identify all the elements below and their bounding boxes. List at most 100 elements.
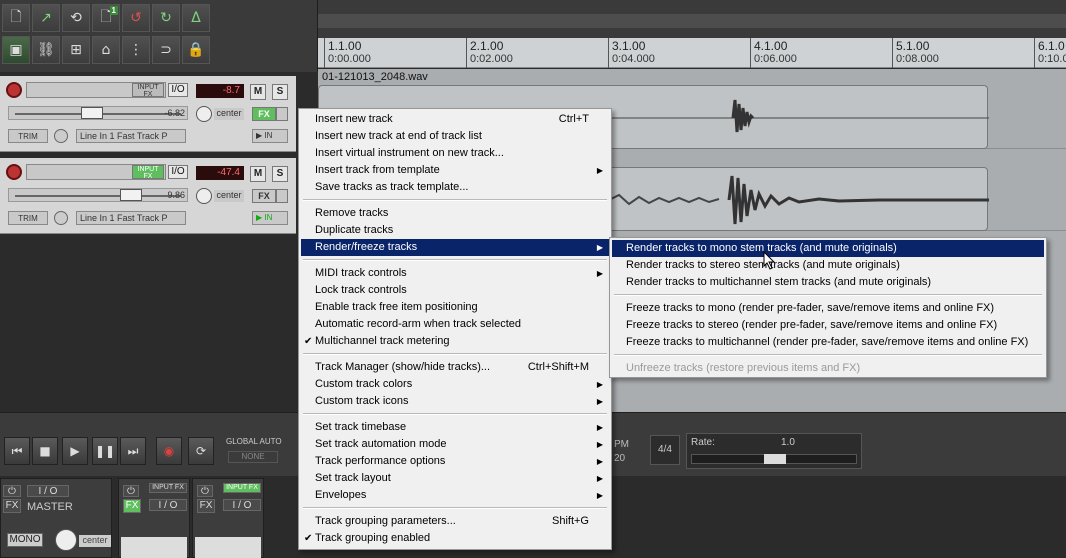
menu-item[interactable]: Set track automation mode ▶ xyxy=(301,436,609,453)
metronome-icon[interactable]: Δ xyxy=(182,4,210,32)
menu-item[interactable]: Track Manager (show/hide tracks)... Ctrl+… xyxy=(301,359,609,376)
save-project-icon[interactable]: ⟲ xyxy=(62,4,90,32)
fader-knob[interactable] xyxy=(81,107,103,119)
pan-knob[interactable] xyxy=(196,188,212,204)
menu-item[interactable]: Automatic record-arm when track selected xyxy=(301,316,609,333)
io-button[interactable]: I/O xyxy=(168,83,188,97)
record-icon[interactable]: ◉ xyxy=(156,437,182,465)
menu-item[interactable]: Duplicate tracks xyxy=(301,222,609,239)
input-fx-button[interactable]: INPUT FX xyxy=(223,483,261,493)
global-auto-label[interactable]: GLOBAL AUTO xyxy=(226,437,284,449)
strip-pan-area[interactable] xyxy=(121,537,187,558)
menu-item[interactable]: Insert new track Ctrl+T xyxy=(301,111,609,128)
input-fx-button[interactable]: INPUT FX xyxy=(132,165,164,180)
track-1-controls[interactable]: INPUT FX I/O -8.7 M S -6.82 center FX TR… xyxy=(0,76,296,152)
item-lock-icon[interactable]: ⌂ xyxy=(92,36,120,64)
automation-trim-button[interactable]: TRIM xyxy=(8,129,48,143)
loop-icon[interactable]: ⊃ xyxy=(152,36,180,64)
mute-button[interactable]: M xyxy=(250,84,266,100)
solo-button[interactable]: S xyxy=(272,84,288,100)
menu-item[interactable]: Insert new track at end of track list xyxy=(301,128,609,145)
strip-fx-button[interactable]: FX xyxy=(123,499,141,513)
phase-icon[interactable] xyxy=(54,211,68,225)
menu-item[interactable]: ✔ Track grouping enabled xyxy=(301,530,609,547)
record-input-select[interactable]: Line In 1 Fast Track P xyxy=(76,129,186,143)
envelope-icon[interactable]: ⊞ xyxy=(62,36,90,64)
record-input-select[interactable]: Line In 1 Fast Track P xyxy=(76,211,186,225)
automation-trim-button[interactable]: TRIM xyxy=(8,211,48,225)
rate-slider[interactable] xyxy=(691,454,857,464)
record-arm-button[interactable] xyxy=(6,164,22,180)
mono-button[interactable]: MONO xyxy=(7,533,43,547)
go-to-start-icon[interactable]: ⏮ xyxy=(4,437,30,465)
menu-item[interactable]: Track grouping parameters... Shift+G xyxy=(301,513,609,530)
menu-item[interactable]: Render tracks to mono stem tracks (and m… xyxy=(612,240,1044,257)
menu-item[interactable]: Track performance options ▶ xyxy=(301,453,609,470)
fx-button[interactable]: FX xyxy=(252,189,276,203)
input-fx-button[interactable]: INPUT FX xyxy=(132,83,164,98)
mute-button[interactable]: M xyxy=(250,166,266,182)
master-pan-knob[interactable] xyxy=(55,529,77,551)
undo-icon[interactable]: ↺ xyxy=(122,4,150,32)
bpm-value[interactable]: 20 xyxy=(614,453,625,464)
menu-item[interactable]: Render tracks to multichannel stem track… xyxy=(612,274,1044,291)
global-auto-mode[interactable]: NONE xyxy=(228,451,278,463)
track-2-controls[interactable]: INPUT FX I/O -47.4 M S 9.86 center FX TR… xyxy=(0,158,296,234)
strip-power-icon[interactable]: ⏻ xyxy=(123,485,139,497)
repeat-icon[interactable]: ⟳ xyxy=(188,437,214,465)
grid-snap-icon[interactable]: ▣ xyxy=(2,36,30,64)
strip-io-button[interactable]: I / O xyxy=(149,499,187,511)
mixer-strip-1[interactable]: ⏻ INPUT FX FX I / O xyxy=(118,478,190,558)
redo-icon[interactable]: ↻ xyxy=(152,4,180,32)
grid-lines-icon[interactable]: ⋮ xyxy=(122,36,150,64)
strip-power-icon[interactable]: ⏻ xyxy=(197,485,213,497)
play-icon[interactable]: ▶ xyxy=(62,437,88,465)
menu-item[interactable]: Insert track from template ▶ xyxy=(301,162,609,179)
master-fx-button[interactable]: FX xyxy=(3,499,21,513)
phase-icon[interactable] xyxy=(54,129,68,143)
playrate-control[interactable]: Rate: 1.0 xyxy=(686,433,862,469)
volume-fader[interactable]: -6.82 xyxy=(8,106,188,120)
pan-knob[interactable] xyxy=(196,106,212,122)
record-arm-button[interactable] xyxy=(6,82,22,98)
stop-icon[interactable]: ■ xyxy=(32,437,58,465)
input-fx-button[interactable]: INPUT FX xyxy=(149,483,187,493)
mixer-strip-2[interactable]: ⏻ INPUT FX FX I / O xyxy=(192,478,264,558)
open-project-icon[interactable]: ↗ xyxy=(32,4,60,32)
menu-item[interactable]: Custom track icons ▶ xyxy=(301,393,609,410)
record-monitor-button[interactable]: ▶ IN xyxy=(252,211,288,225)
strip-fx-button[interactable]: FX xyxy=(197,499,215,513)
solo-button[interactable]: S xyxy=(272,166,288,182)
master-strip[interactable]: ⏻ I / O FX MASTER MONO center xyxy=(0,478,112,558)
project-badge-icon[interactable]: 🗋 1 xyxy=(92,4,120,32)
menu-item[interactable]: Freeze tracks to stereo (render pre-fade… xyxy=(612,317,1044,334)
master-power-icon[interactable]: ⏻ xyxy=(3,485,21,497)
menu-item[interactable]: Lock track controls xyxy=(301,282,609,299)
menu-item[interactable]: Save tracks as track template... xyxy=(301,179,609,196)
io-button[interactable]: I/O xyxy=(168,165,188,179)
menu-item[interactable]: ✔ Multichannel track metering xyxy=(301,333,609,350)
menu-item[interactable]: Set track layout ▶ xyxy=(301,470,609,487)
strip-pan-area[interactable] xyxy=(195,537,261,558)
volume-fader[interactable]: 9.86 xyxy=(8,188,188,202)
new-project-icon[interactable]: 🗋 xyxy=(2,4,30,32)
menu-item[interactable]: Freeze tracks to multichannel (render pr… xyxy=(612,334,1044,351)
strip-io-button[interactable]: I / O xyxy=(223,499,261,511)
pause-icon[interactable]: ❚❚ xyxy=(92,437,118,465)
fx-power-icon[interactable] xyxy=(276,107,288,121)
master-io-button[interactable]: I / O xyxy=(27,485,69,497)
menu-item[interactable]: Enable track free item positioning xyxy=(301,299,609,316)
time-signature[interactable]: 4/4 xyxy=(650,435,680,465)
timeline-ruler[interactable]: 1.1.00 0:00.000 2.1.00 0:02.000 3.1.00 0:04… xyxy=(318,38,1066,68)
lock-icon[interactable]: 🔒 xyxy=(182,36,210,64)
rate-slider-knob[interactable] xyxy=(764,454,786,464)
fx-button[interactable]: FX xyxy=(252,107,276,121)
menu-item[interactable]: Render/freeze tracks ▶ xyxy=(301,239,609,256)
menu-item[interactable]: Envelopes ▶ xyxy=(301,487,609,504)
menu-item[interactable]: Render tracks to stereo stem tracks (and… xyxy=(612,257,1044,274)
fader-knob[interactable] xyxy=(120,189,142,201)
menu-item[interactable]: Remove tracks xyxy=(301,205,609,222)
menu-item[interactable]: Custom track colors ▶ xyxy=(301,376,609,393)
record-monitor-button[interactable]: ▶ IN xyxy=(252,129,288,143)
go-to-end-icon[interactable]: ⏭ xyxy=(120,437,146,465)
